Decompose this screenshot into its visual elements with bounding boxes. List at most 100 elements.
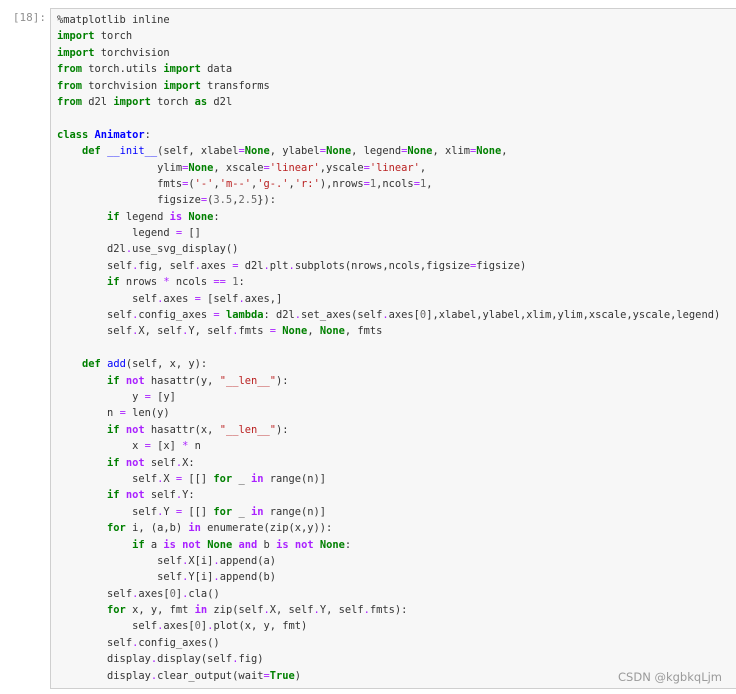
code-token: y [57, 390, 145, 403]
code-token: 'linear' [369, 161, 420, 174]
code-token: in [188, 522, 201, 535]
code-token: None [244, 145, 270, 158]
code-token: import [113, 95, 151, 108]
code-token: None [319, 325, 345, 338]
code-token: if [107, 489, 120, 502]
code-token: def [82, 145, 101, 158]
code-token: , xscale [213, 161, 264, 174]
code-line: def __init__(self, xlabel=None, ylabel=N… [57, 143, 720, 159]
code-token: b [257, 538, 277, 551]
code-token: i, (a,b) [125, 522, 189, 535]
code-token: len(y) [125, 407, 170, 420]
code-token: : [344, 538, 352, 551]
code-token: Y[i] [188, 571, 214, 584]
code-token: axes[ [388, 309, 420, 322]
code-line: import torch [57, 28, 720, 44]
code-token: _ [232, 505, 251, 518]
code-line: fmts=('-','m--','g-.','r:'),nrows=1,ncol… [57, 176, 720, 192]
code-token: axes[ [138, 587, 170, 600]
code-token: ,ncols [376, 177, 414, 190]
code-token: clear_output(wait [157, 669, 264, 682]
code-token: in [250, 472, 264, 485]
code-token: fmts [57, 177, 183, 190]
code-token: figsize [57, 194, 201, 207]
code-token: fig) [238, 653, 264, 666]
code-token: 'g-.' [257, 177, 289, 190]
code-token: a [144, 538, 164, 551]
code-token: , [426, 177, 433, 190]
code-token: d2l [238, 259, 264, 272]
code-token: 2.5 [238, 194, 258, 207]
code-token: fmts [238, 325, 270, 338]
code-line: if not self.X: [57, 455, 720, 471]
code-line: def add(self, x, y): [57, 356, 720, 372]
code-token: for [107, 522, 126, 535]
code-line: self.Y[i].append(b) [57, 569, 720, 585]
code-line: if a is not None and b is not None: [57, 537, 720, 553]
code-line: if not hasattr(y, "__len__"): [57, 373, 720, 389]
code-token: not [125, 374, 145, 387]
code-line: self.X[i].append(a) [57, 553, 720, 569]
code-token: %matplotlib inline [57, 14, 170, 26]
code-line: from d2l import torch as d2l [57, 94, 720, 110]
code-token: plot(x, y, fmt) [213, 620, 308, 633]
code-token: axes [163, 292, 195, 305]
code-token: self [57, 620, 158, 633]
code-line: if legend is None: [57, 209, 720, 225]
code-line: if nrows * ncols == 1: [57, 274, 720, 290]
code-token: self [57, 571, 183, 584]
code-token: for [213, 472, 233, 485]
code-token: config_axes [138, 309, 214, 322]
code-line: self.Y = [[] for _ in range(n)] [57, 504, 720, 520]
code-token: : d2l [263, 309, 295, 322]
code-token: == [213, 276, 226, 289]
code-token: self [144, 456, 176, 469]
code-token: transforms [200, 79, 270, 92]
code-token: self [57, 309, 133, 322]
code-token: "__len__" [219, 423, 276, 436]
code-token: import [57, 46, 95, 59]
code-token: axes[ [163, 620, 195, 633]
code-token: not [182, 538, 201, 551]
code-token: X, self [138, 325, 183, 338]
code-token: x, y, fmt [125, 604, 195, 617]
code-token: : [238, 276, 245, 289]
code-token: torchvision [94, 46, 170, 59]
code-token: is [276, 538, 289, 551]
code-token: None [207, 538, 233, 551]
code-line: self.X, self.Y, self.fmts = None, None, … [57, 323, 720, 339]
code-token: class [57, 128, 89, 141]
code-token: n [188, 440, 201, 453]
code-token: for [213, 505, 233, 518]
code-token: Y: [182, 489, 195, 502]
code-token: ncols [169, 276, 214, 289]
code-token: ): [276, 374, 289, 387]
code-token: subplots(nrows,ncols,figsize [294, 259, 470, 272]
code-cell[interactable]: %matplotlib inline import torch import tor… [50, 8, 736, 689]
code-token: None [319, 538, 345, 551]
code-token: torchvision [82, 79, 164, 92]
code-token: append(a) [219, 554, 276, 567]
code-token: use_svg_display() [132, 243, 239, 256]
code-line: if not hasattr(x, "__len__"): [57, 422, 720, 438]
code-token: data [200, 63, 233, 76]
code-token: [[] [182, 472, 214, 485]
code-token: Animator [94, 128, 145, 141]
code-token: if [107, 456, 120, 469]
code-line: self.axes = [self.axes,] [57, 291, 720, 307]
code-token: is [169, 210, 183, 223]
code-token: if [107, 276, 120, 289]
cell-execution-count: [18]: [12, 11, 46, 24]
code-token: if [132, 538, 145, 551]
code-token: axes,] [244, 292, 283, 305]
code-line: self.axes[0].cla() [57, 586, 720, 602]
code-editor[interactable]: %matplotlib inline import torch import tor… [57, 12, 720, 684]
code-token: d2l [57, 243, 126, 256]
code-token: None [282, 325, 308, 338]
